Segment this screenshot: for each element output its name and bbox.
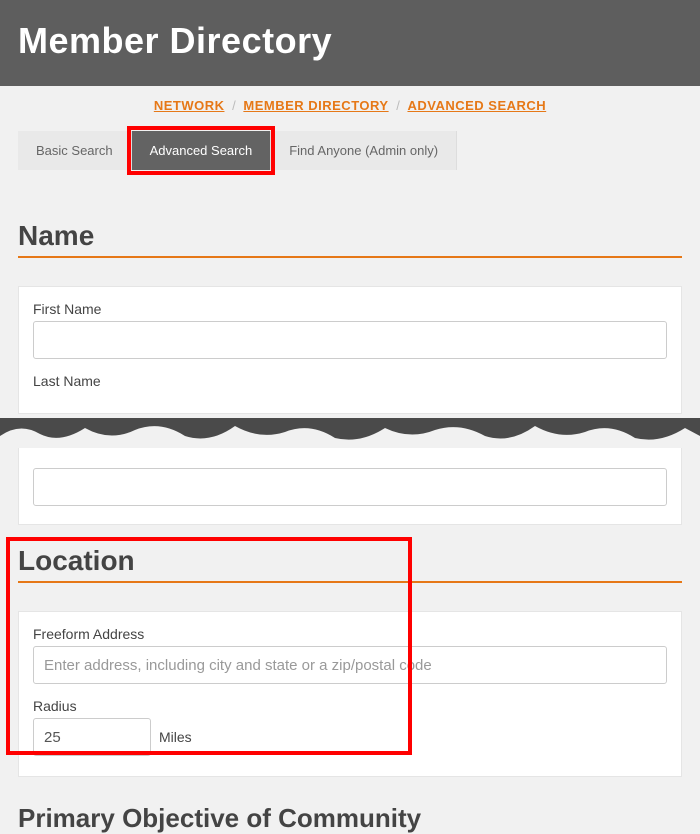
radius-row: Miles: [33, 718, 667, 756]
breadcrumb-advanced[interactable]: ADVANCED SEARCH: [407, 98, 546, 113]
first-name-input[interactable]: [33, 321, 667, 359]
first-name-label: First Name: [33, 301, 667, 317]
location-section: Location Freeform Address Radius Miles: [0, 525, 700, 777]
tab-basic-search[interactable]: Basic Search: [18, 131, 132, 170]
breadcrumb-directory[interactable]: MEMBER DIRECTORY: [243, 98, 388, 113]
freeform-address-input[interactable]: [33, 646, 667, 684]
breadcrumb-separator: /: [396, 98, 400, 113]
breadcrumb-network[interactable]: NETWORK: [154, 98, 225, 113]
name-card: First Name Last Name: [18, 286, 682, 414]
address-label: Freeform Address: [33, 626, 667, 642]
radius-unit: Miles: [159, 729, 192, 745]
name-section: Name First Name Last Name: [0, 170, 700, 414]
breadcrumb: NETWORK / MEMBER DIRECTORY / ADVANCED SE…: [0, 86, 700, 131]
radius-input[interactable]: [33, 718, 151, 756]
objective-section-title: Primary Objective of Community: [18, 803, 682, 834]
obscured-label: [33, 448, 667, 462]
radius-label: Radius: [33, 698, 667, 714]
last-name-label: Last Name: [33, 373, 667, 389]
obscured-input[interactable]: [33, 468, 667, 506]
page-header: Member Directory: [0, 0, 700, 86]
page-title: Member Directory: [18, 20, 682, 62]
partial-card: [18, 448, 682, 525]
tabs-bar: Basic Search Advanced Search Find Anyone…: [0, 131, 700, 170]
location-card: Freeform Address Radius Miles: [18, 611, 682, 777]
tab-find-anyone-admin[interactable]: Find Anyone (Admin only): [271, 131, 457, 170]
name-section-title: Name: [18, 220, 682, 258]
torn-edge-decoration: [0, 418, 700, 448]
breadcrumb-separator: /: [232, 98, 236, 113]
tab-advanced-search[interactable]: Advanced Search: [132, 131, 272, 170]
objective-section: Primary Objective of Community: [0, 777, 700, 834]
location-section-title: Location: [18, 545, 682, 583]
